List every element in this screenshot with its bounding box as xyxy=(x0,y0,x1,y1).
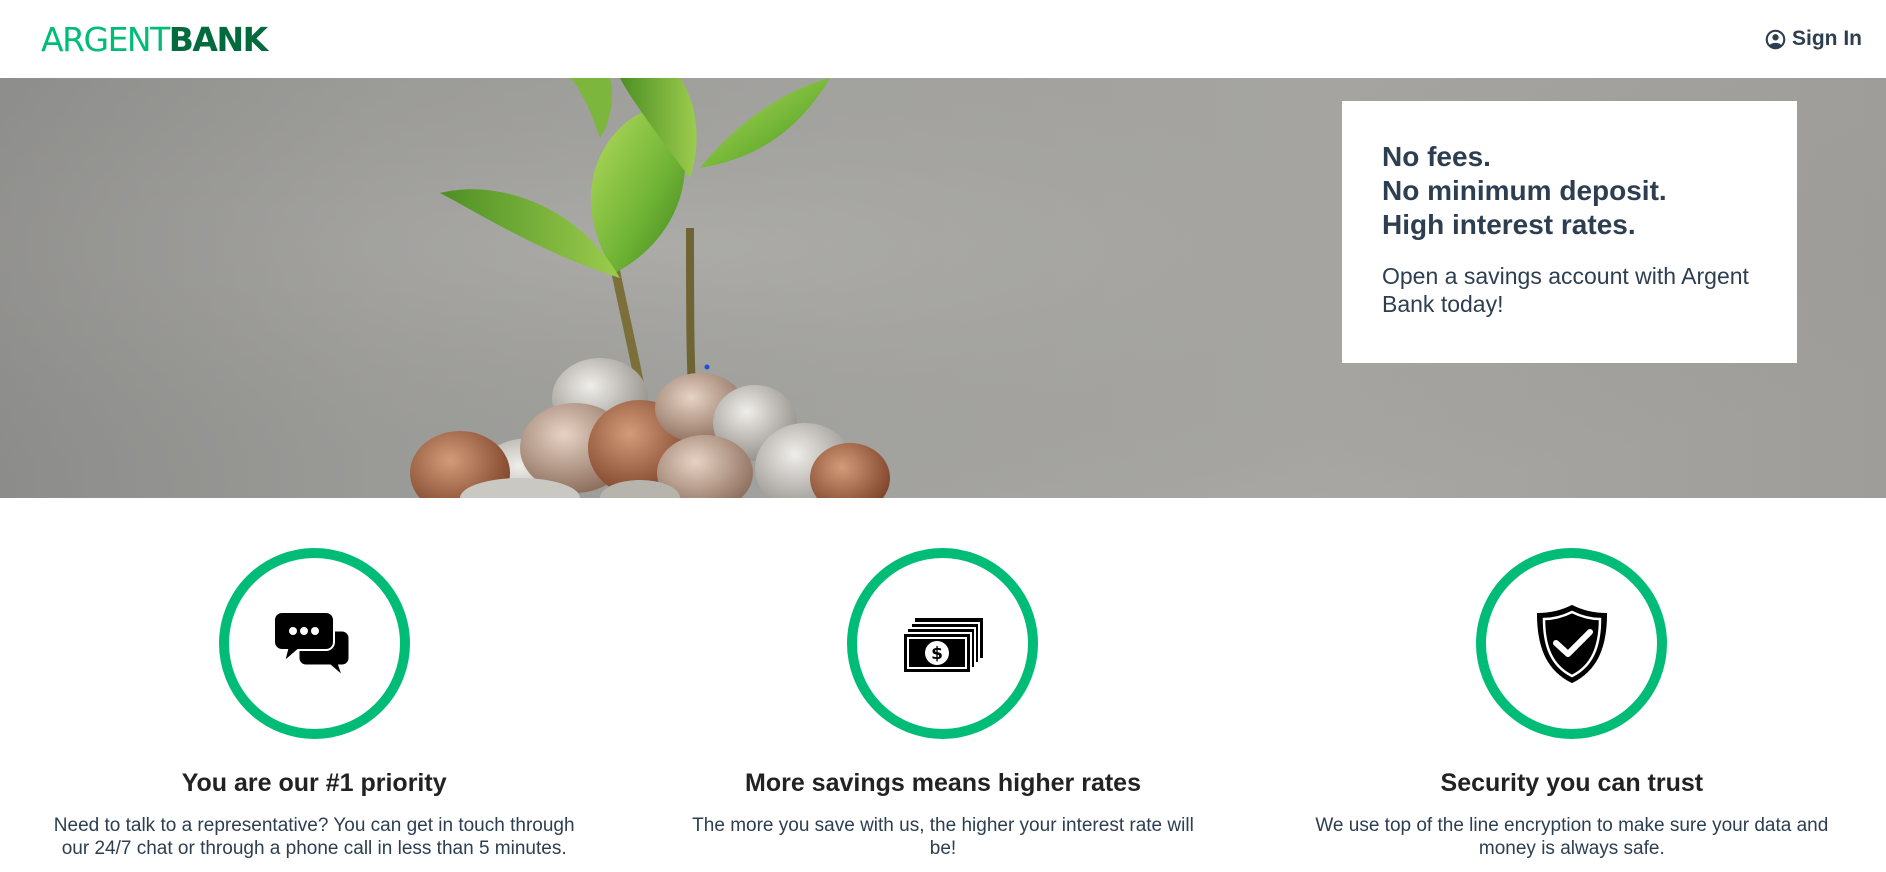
feature-title-savings: More savings means higher rates xyxy=(745,769,1141,797)
money-icon: $ xyxy=(847,548,1039,739)
hero-subtitle-no-fees: No fees. xyxy=(1382,141,1491,172)
features-section: You are our #1 priority Need to talk to … xyxy=(0,498,1886,872)
svg-text:$: $ xyxy=(931,644,943,664)
logo-text-bank: BANK xyxy=(168,19,268,59)
sign-in-link[interactable]: Sign In xyxy=(1765,27,1862,51)
hero-content-card: No fees. No minimum deposit. High intere… xyxy=(1342,101,1797,363)
user-circle-icon xyxy=(1765,29,1786,50)
main-nav: ARGENT BANK Sign In xyxy=(0,0,1886,78)
argent-bank-logo[interactable]: ARGENT BANK xyxy=(41,19,268,59)
feature-item-security: Security you can trust We use top of the… xyxy=(1258,498,1886,872)
feature-title-security: Security you can trust xyxy=(1440,769,1704,797)
hero-subtitle-no-minimum: No minimum deposit. xyxy=(1382,175,1667,206)
security-icon xyxy=(1476,548,1668,739)
logo-text-argent: ARGENT xyxy=(41,19,170,59)
feature-text-savings: The more you save with us, the higher yo… xyxy=(692,815,1194,859)
hero-subtitle-interest: High interest rates. xyxy=(1382,209,1636,240)
chat-icon xyxy=(218,548,410,739)
hero-banner: No fees. No minimum deposit. High intere… xyxy=(0,78,1886,498)
feature-item-savings: $ More savings means higher rates The mo… xyxy=(628,498,1257,872)
sign-in-label: Sign In xyxy=(1792,27,1862,50)
feature-title-priority: You are our #1 priority xyxy=(181,769,447,797)
hero-text: Open a savings account with Argent Bank … xyxy=(1382,263,1749,317)
feature-item-priority: You are our #1 priority Need to talk to … xyxy=(0,498,628,872)
feature-text-priority: Need to talk to a representative? You ca… xyxy=(53,815,575,859)
feature-text-security: We use top of the line encryption to mak… xyxy=(1315,815,1829,859)
